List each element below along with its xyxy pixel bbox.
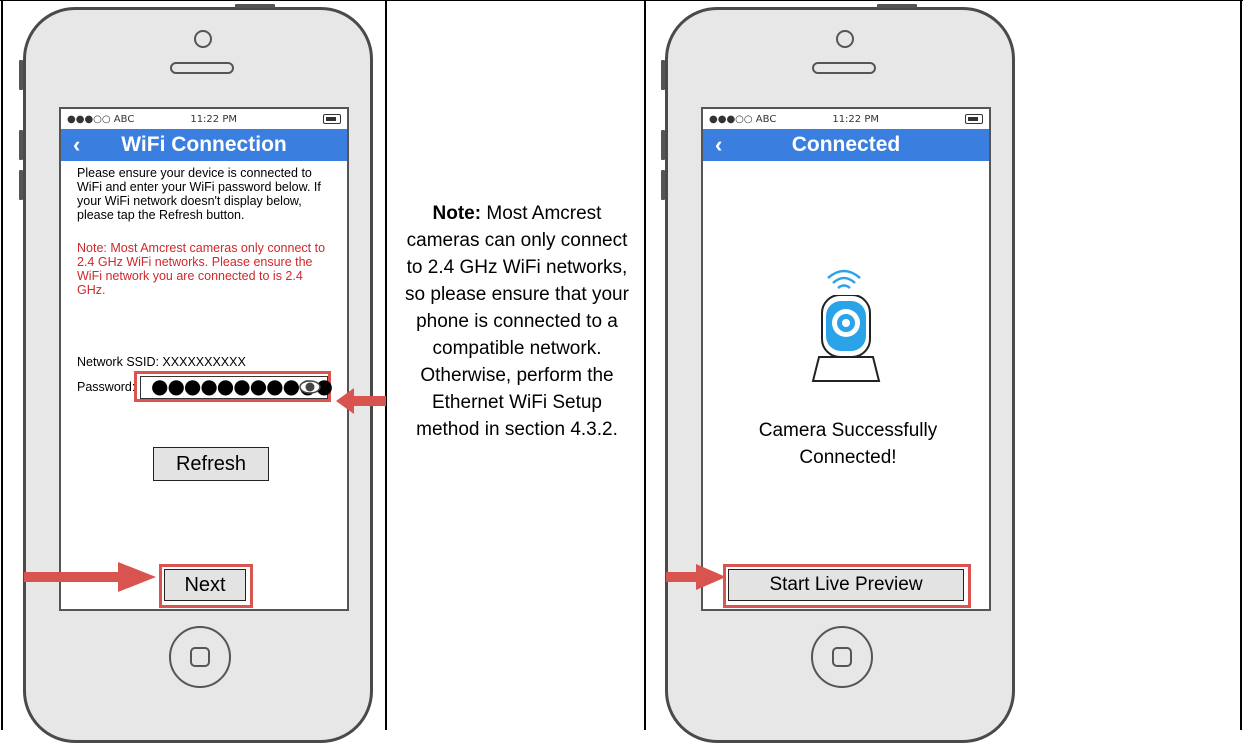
camera-icon <box>811 295 881 382</box>
note-body: Most Amcrest cameras can only connect to… <box>405 203 629 440</box>
right-phone: ●●●○○ ABC 11:22 PM ‹ Connected Camera Su… <box>661 4 1015 743</box>
battery-icon <box>323 114 341 124</box>
table-border-top <box>0 0 1243 1</box>
password-input[interactable]: ●●●●●●●●●●● <box>140 374 333 399</box>
front-camera <box>836 30 854 48</box>
power-button <box>235 4 275 8</box>
start-live-preview-button[interactable]: Start Live Preview <box>728 569 964 601</box>
left-phone: ●●●○○ ABC 11:22 PM ‹ WiFi Connection Ple… <box>19 4 373 743</box>
power-button <box>877 4 917 8</box>
note-label: Note: <box>432 203 482 224</box>
speaker <box>812 62 876 74</box>
page-title: WiFi Connection <box>121 133 287 156</box>
home-icon <box>832 647 852 667</box>
next-highlight: Next <box>159 564 253 608</box>
clock-text: 11:22 PM <box>832 113 879 125</box>
home-icon <box>190 647 210 667</box>
wifi-icon <box>827 269 861 290</box>
table-divider-2 <box>644 0 646 730</box>
eye-icon[interactable] <box>299 380 321 394</box>
back-chevron-icon[interactable]: ‹ <box>73 132 80 158</box>
carrier-text: ●●●○○ ABC <box>709 113 777 125</box>
side-button <box>19 170 23 200</box>
status-bar: ●●●○○ ABC 11:22 PM <box>61 109 347 129</box>
side-button <box>19 130 23 160</box>
side-button <box>19 60 23 90</box>
home-button[interactable] <box>169 626 231 688</box>
success-message: Camera Successfully Connected! <box>758 420 938 468</box>
page-title: Connected <box>791 133 901 156</box>
side-button <box>661 170 665 200</box>
side-button <box>661 130 665 160</box>
note-text: Note: Most Amcrest cameras can only conn… <box>403 200 631 443</box>
status-bar: ●●●○○ ABC 11:22 PM <box>703 109 989 129</box>
side-button <box>661 60 665 90</box>
arrow-icon <box>666 564 726 590</box>
left-screen: ●●●○○ ABC 11:22 PM ‹ WiFi Connection Ple… <box>59 107 349 611</box>
password-highlight: ●●●●●●●●●●● <box>134 371 333 402</box>
warning-text: Note: Most Amcrest cameras only connect … <box>77 241 326 297</box>
instructions-text: Please ensure your device is connected t… <box>77 166 321 222</box>
table-divider-1 <box>385 0 387 730</box>
refresh-button[interactable]: Refresh <box>153 447 269 481</box>
back-chevron-icon[interactable]: ‹ <box>715 132 722 158</box>
preview-highlight: Start Live Preview <box>723 564 971 608</box>
nav-bar: ‹ WiFi Connection <box>61 129 347 161</box>
clock-text: 11:22 PM <box>190 113 237 125</box>
table-border-left <box>1 0 3 730</box>
table-border-right <box>1240 0 1242 730</box>
speaker <box>170 62 234 74</box>
next-button[interactable]: Next <box>164 569 246 601</box>
carrier-text: ●●●○○ ABC <box>67 113 135 125</box>
right-screen: ●●●○○ ABC 11:22 PM ‹ Connected Camera Su… <box>701 107 991 611</box>
battery-icon <box>965 114 983 124</box>
arrow-icon <box>24 562 156 592</box>
front-camera <box>194 30 212 48</box>
nav-bar: ‹ Connected <box>703 129 989 161</box>
ssid-label: Network SSID: XXXXXXXXXX <box>77 355 246 369</box>
arrow-icon <box>336 388 386 414</box>
password-label: Password: <box>77 380 136 394</box>
home-button[interactable] <box>811 626 873 688</box>
